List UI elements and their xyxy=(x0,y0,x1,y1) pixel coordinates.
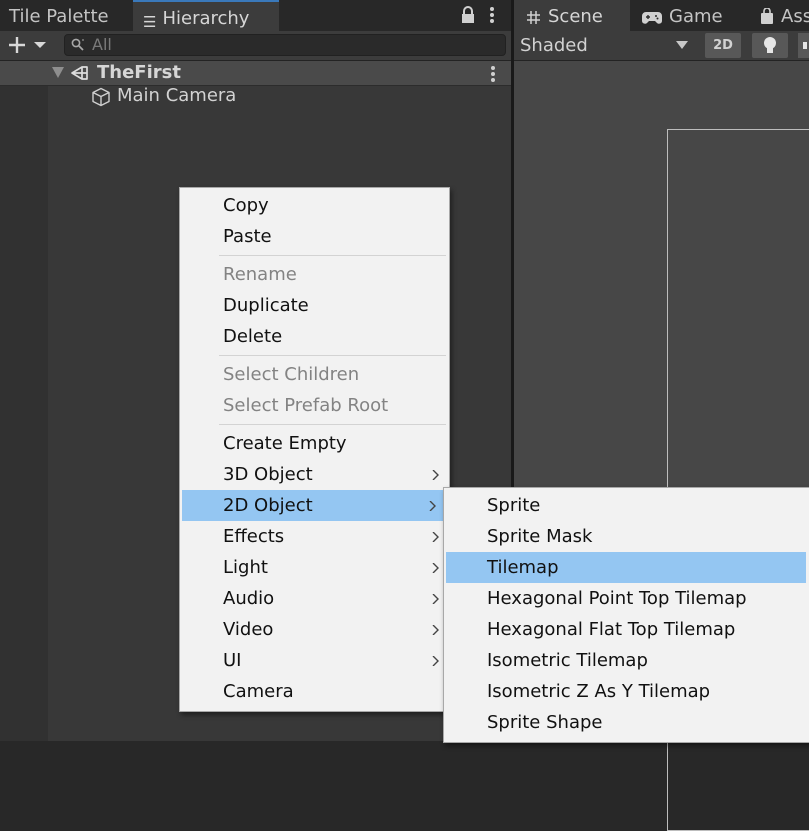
toggle-2d-button[interactable]: 2D xyxy=(705,33,741,58)
menu-item-label: Sprite xyxy=(487,495,541,516)
menu-item-label: Tilemap xyxy=(487,557,559,578)
menu-item-select-prefab-root[interactable]: Select Prefab Root xyxy=(180,390,449,421)
tab-tile-palette[interactable]: Tile Palette xyxy=(0,0,130,31)
submenu-2d-object: Sprite Sprite Mask Tilemap Hexagonal Poi… xyxy=(443,487,809,743)
gamepad-icon xyxy=(642,12,662,24)
tab-asset-store[interactable]: Ass xyxy=(750,0,809,31)
menu-item-light[interactable]: Light xyxy=(180,552,449,583)
menu-item-label: Create Empty xyxy=(223,433,347,454)
menu-item-create-empty[interactable]: Create Empty xyxy=(180,428,449,459)
menu-item-label: Effects xyxy=(223,526,285,547)
tab-hierarchy[interactable]: ☰ Hierarchy xyxy=(133,0,279,31)
tab-label: Game xyxy=(669,6,723,27)
menu-item-ui[interactable]: UI xyxy=(180,645,449,676)
chevron-down-icon xyxy=(676,41,688,49)
speaker-icon xyxy=(803,42,807,49)
menu-item-label: Paste xyxy=(223,226,272,247)
tab-scene[interactable]: Scene xyxy=(514,0,630,31)
chevron-right-icon xyxy=(432,470,439,480)
add-object-button[interactable] xyxy=(6,33,48,57)
search-input[interactable] xyxy=(92,35,492,55)
submenu-item-isometric-tilemap[interactable]: Isometric Tilemap xyxy=(444,645,808,676)
menu-item-label: Light xyxy=(223,557,268,578)
menu-item-3d-object[interactable]: 3D Object xyxy=(180,459,449,490)
menu-item-label: Copy xyxy=(223,195,269,216)
menu-separator xyxy=(219,424,446,425)
hierarchy-search[interactable] xyxy=(64,34,506,56)
menu-item-2d-object[interactable]: 2D Object xyxy=(182,490,446,521)
menu-item-copy[interactable]: Copy xyxy=(180,190,449,221)
tab-label: Scene xyxy=(548,6,603,27)
menu-item-label: Rename xyxy=(223,264,297,285)
menu-separator xyxy=(219,355,446,356)
menu-item-label: Duplicate xyxy=(223,295,309,316)
chevron-right-icon xyxy=(432,532,439,542)
submenu-item-sprite[interactable]: Sprite xyxy=(444,490,808,521)
menu-item-label: Isometric Tilemap xyxy=(487,650,648,671)
context-menu: Copy Paste Rename Duplicate Delete Selec… xyxy=(179,187,450,712)
menu-item-effects[interactable]: Effects xyxy=(180,521,449,552)
expand-arrow-icon[interactable] xyxy=(52,67,64,78)
menu-separator xyxy=(219,255,446,256)
menu-item-label: Audio xyxy=(223,588,275,609)
chevron-right-icon xyxy=(429,501,436,511)
lock-icon[interactable] xyxy=(461,6,475,24)
menu-item-duplicate[interactable]: Duplicate xyxy=(180,290,449,321)
submenu-item-tilemap[interactable]: Tilemap xyxy=(446,552,806,583)
hierarchy-item-label: Main Camera xyxy=(117,85,237,106)
submenu-item-sprite-shape[interactable]: Sprite Shape xyxy=(444,707,808,738)
chevron-right-icon xyxy=(432,594,439,604)
tab-game[interactable]: Game xyxy=(632,0,748,31)
chevron-right-icon xyxy=(432,625,439,635)
menu-item-label: UI xyxy=(223,650,242,671)
menu-item-label: Hexagonal Flat Top Tilemap xyxy=(487,619,736,640)
tab-label: Ass xyxy=(781,6,809,27)
grid-icon xyxy=(527,11,540,24)
menu-item-label: Video xyxy=(223,619,274,640)
submenu-item-hexagonal-point-top-tilemap[interactable]: Hexagonal Point Top Tilemap xyxy=(444,583,808,614)
menu-item-select-children[interactable]: Select Children xyxy=(180,359,449,390)
tab-label: Tile Palette xyxy=(9,6,109,27)
menu-item-delete[interactable]: Delete xyxy=(180,321,449,352)
submenu-item-isometric-z-as-y-tilemap[interactable]: Isometric Z As Y Tilemap xyxy=(444,676,808,707)
search-icon xyxy=(71,38,84,51)
draw-mode-label: Shaded xyxy=(520,35,588,56)
bag-icon xyxy=(761,8,773,24)
menu-item-audio[interactable]: Audio xyxy=(180,583,449,614)
menu-item-paste[interactable]: Paste xyxy=(180,221,449,252)
more-options-icon[interactable] xyxy=(488,5,496,25)
menu-item-label: Isometric Z As Y Tilemap xyxy=(487,681,711,702)
menu-item-label: Select Children xyxy=(223,364,360,385)
chevron-right-icon xyxy=(432,563,439,573)
menu-item-rename[interactable]: Rename xyxy=(180,259,449,290)
menu-item-label: 3D Object xyxy=(223,464,313,485)
chevron-right-icon xyxy=(432,656,439,666)
unity-logo-icon xyxy=(71,66,88,80)
menu-item-label: 2D Object xyxy=(223,495,313,516)
menu-item-video[interactable]: Video xyxy=(180,614,449,645)
menu-item-label: Sprite Shape xyxy=(487,712,603,733)
menu-item-label: Sprite Mask xyxy=(487,526,593,547)
scene-options-icon[interactable] xyxy=(490,65,496,83)
hierarchy-gutter xyxy=(0,86,48,741)
submenu-item-hexagonal-flat-top-tilemap[interactable]: Hexagonal Flat Top Tilemap xyxy=(444,614,808,645)
scene-audio-button[interactable] xyxy=(798,33,809,58)
menu-item-label: Delete xyxy=(223,326,283,347)
menu-item-label: Camera xyxy=(223,681,294,702)
menu-item-label: Hexagonal Point Top Tilemap xyxy=(487,588,747,609)
gameobject-cube-icon xyxy=(92,87,110,107)
scene-name: TheFirst xyxy=(97,62,181,83)
tab-label: Hierarchy xyxy=(162,8,250,29)
submenu-item-sprite-mask[interactable]: Sprite Mask xyxy=(444,521,808,552)
scene-lighting-button[interactable] xyxy=(752,33,788,58)
lightbulb-icon xyxy=(764,37,776,53)
menu-item-camera[interactable]: Camera xyxy=(180,676,449,707)
menu-item-label: Select Prefab Root xyxy=(223,395,389,416)
